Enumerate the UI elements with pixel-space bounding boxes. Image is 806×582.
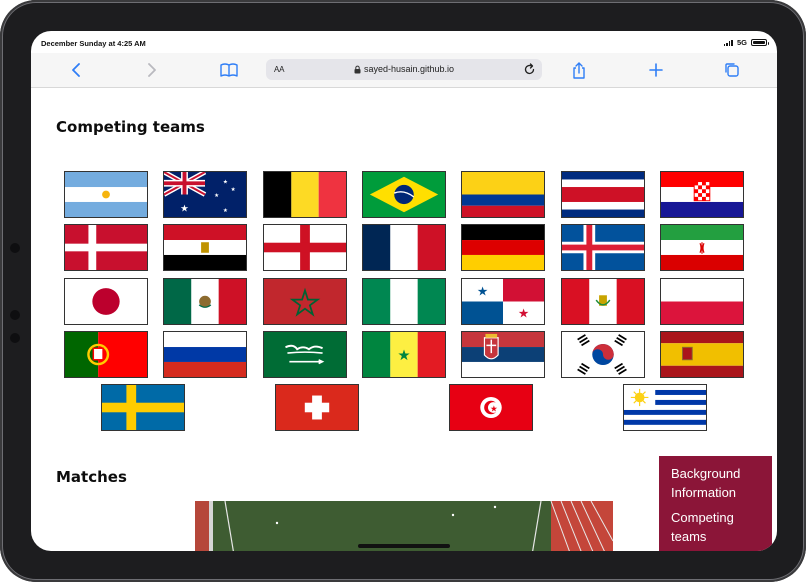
flag-argentina[interactable] <box>64 171 148 218</box>
flag-japan[interactable] <box>64 278 148 325</box>
svg-text:★: ★ <box>477 284 488 298</box>
flag-egypt[interactable] <box>163 224 247 271</box>
flag-colombia[interactable] <box>461 171 545 218</box>
nav-background-information[interactable]: Background Information <box>671 464 760 502</box>
svg-text:★: ★ <box>223 207 228 214</box>
flag-serbia[interactable] <box>461 331 545 378</box>
flag-croatia[interactable] <box>660 171 744 218</box>
flag-south-korea[interactable] <box>561 331 645 378</box>
tabs-icon[interactable] <box>723 60 741 80</box>
chevron-right-icon[interactable] <box>144 60 160 80</box>
teams-heading: Competing teams <box>56 118 205 136</box>
page-content: Competing teams ★ ★ ★ ★ ★ ★ ★ ★ ★ Matche… <box>31 88 777 551</box>
book-icon[interactable] <box>219 60 239 80</box>
chevron-left-icon[interactable] <box>68 60 84 80</box>
reload-icon[interactable] <box>523 63 536 81</box>
plus-icon[interactable] <box>647 60 665 80</box>
device-button <box>10 243 20 253</box>
device-button <box>10 333 20 343</box>
flag-poland[interactable] <box>660 278 744 325</box>
svg-text:★: ★ <box>180 203 189 214</box>
flag-sweden[interactable] <box>101 384 185 431</box>
status-bar: December Sunday at 4:25 AM 5G <box>31 31 777 53</box>
device-button <box>10 310 20 320</box>
flag-brazil[interactable] <box>362 171 446 218</box>
screen: December Sunday at 4:25 AM 5G AA sayed-h… <box>31 31 777 551</box>
svg-text:★: ★ <box>223 179 228 186</box>
url-text: sayed-husain.github.io <box>364 64 455 74</box>
svg-text:★: ★ <box>397 348 410 364</box>
flag-peru[interactable] <box>561 278 645 325</box>
svg-text:★: ★ <box>490 403 498 413</box>
flag-australia[interactable]: ★ ★ ★ ★ ★ <box>163 171 247 218</box>
lock-icon <box>354 65 361 73</box>
flag-morocco[interactable] <box>263 278 347 325</box>
flag-russia[interactable] <box>163 331 247 378</box>
flag-saudi-arabia[interactable] <box>263 331 347 378</box>
url-field[interactable]: sayed-husain.github.io <box>354 64 454 74</box>
flag-iceland[interactable] <box>561 224 645 271</box>
flag-switzerland[interactable] <box>275 384 359 431</box>
flag-germany[interactable] <box>461 224 545 271</box>
svg-text:★: ★ <box>518 306 529 320</box>
flag-panama[interactable]: ★ ★ <box>461 278 545 325</box>
flag-iran[interactable] <box>660 224 744 271</box>
side-nav: Background Information Competing teams <box>659 456 772 551</box>
home-indicator[interactable] <box>358 544 450 548</box>
flag-portugal[interactable] <box>64 331 148 378</box>
svg-text:★: ★ <box>231 186 236 193</box>
flag-senegal[interactable]: ★ <box>362 331 446 378</box>
flag-france[interactable] <box>362 224 446 271</box>
flag-uruguay[interactable] <box>623 384 707 431</box>
flag-england[interactable] <box>263 224 347 271</box>
flag-denmark[interactable] <box>64 224 148 271</box>
browser-toolbar: AA sayed-husain.github.io <box>31 53 777 88</box>
battery-icon <box>751 39 769 46</box>
status-time: December Sunday at 4:25 AM <box>41 39 146 48</box>
nav-competing-teams[interactable]: Competing teams <box>671 508 760 546</box>
signal-icon <box>723 39 733 46</box>
svg-text:★: ★ <box>214 192 219 199</box>
text-size-button[interactable]: AA <box>274 65 284 74</box>
flag-nigeria[interactable] <box>362 278 446 325</box>
flag-costa-rica[interactable] <box>561 171 645 218</box>
flag-belgium[interactable] <box>263 171 347 218</box>
matches-heading: Matches <box>56 468 127 486</box>
share-icon[interactable] <box>570 60 588 80</box>
flag-tunisia[interactable]: ★ <box>449 384 533 431</box>
address-bar[interactable]: AA sayed-husain.github.io <box>266 59 542 80</box>
network-label: 5G <box>736 38 747 47</box>
flag-spain[interactable] <box>660 331 744 378</box>
flag-mexico[interactable] <box>163 278 247 325</box>
